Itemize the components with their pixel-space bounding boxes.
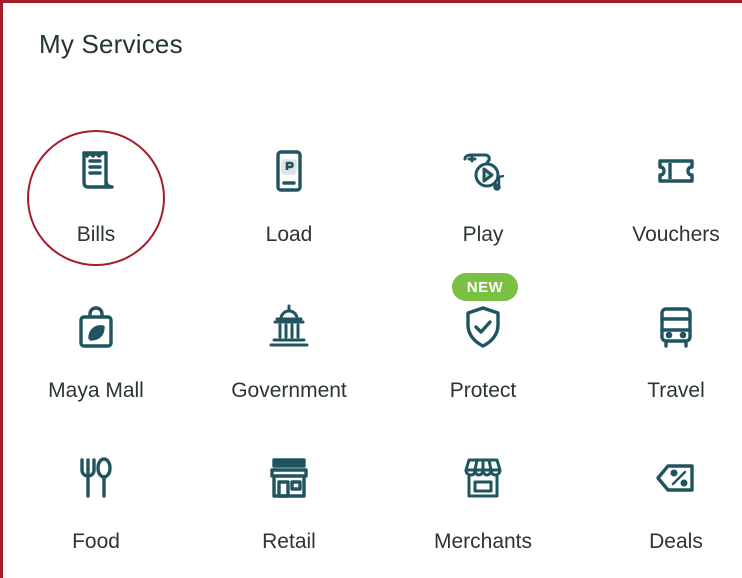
service-label: Protect (449, 379, 517, 402)
service-label: Play (462, 223, 504, 246)
shield-check-icon (459, 303, 507, 351)
service-label: Load (265, 223, 313, 246)
service-play[interactable]: Play (398, 147, 568, 267)
section-title: My Services (39, 29, 183, 59)
service-label: Bills (76, 223, 116, 246)
ticket-icon (652, 147, 700, 195)
services-panel: My Services Bills Load Play Vouchers May… (0, 0, 742, 578)
shopping-bag-icon (72, 303, 120, 351)
government-building-icon (265, 303, 313, 351)
service-label: Vouchers (632, 223, 720, 246)
receipt-icon (72, 147, 120, 195)
bus-icon (652, 303, 700, 351)
new-badge: NEW (452, 273, 518, 301)
service-food[interactable]: Food (11, 454, 181, 574)
service-load[interactable]: Load (204, 147, 374, 267)
service-label: Maya Mall (48, 379, 144, 402)
service-label: Retail (262, 530, 316, 553)
service-label: Merchants (433, 530, 533, 553)
fork-spoon-icon (72, 454, 120, 502)
service-maya-mall[interactable]: Maya Mall (11, 303, 181, 423)
service-merchants[interactable]: Merchants (398, 454, 568, 574)
storefront-awning-icon (459, 454, 507, 502)
store-icon (265, 454, 313, 502)
service-deals[interactable]: Deals (591, 454, 742, 574)
service-protect[interactable]: Protect (398, 303, 568, 423)
phone-load-icon (265, 147, 313, 195)
service-travel[interactable]: Travel (591, 303, 742, 423)
service-label: Government (231, 379, 347, 402)
service-government[interactable]: Government (204, 303, 374, 423)
service-label: Food (72, 530, 120, 553)
service-bills[interactable]: Bills (11, 147, 181, 267)
service-retail[interactable]: Retail (204, 454, 374, 574)
discount-tag-icon (652, 454, 700, 502)
service-label: Travel (647, 379, 705, 402)
service-label: Deals (649, 530, 703, 553)
gamepad-play-icon (459, 147, 507, 195)
service-vouchers[interactable]: Vouchers (591, 147, 742, 267)
